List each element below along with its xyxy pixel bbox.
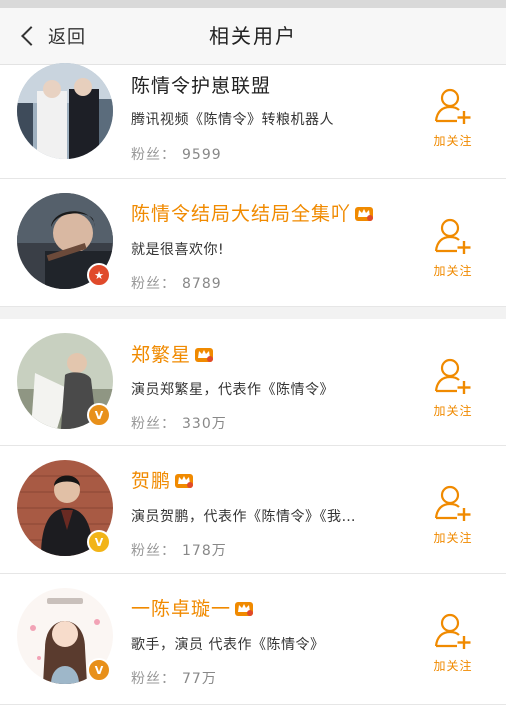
avatar[interactable]: V bbox=[17, 333, 113, 429]
add-user-icon bbox=[434, 613, 471, 649]
verified-star-badge: ★ bbox=[87, 263, 111, 287]
follow-button[interactable]: 加关注 bbox=[428, 612, 478, 674]
fans-count: 粉丝： 9599 bbox=[131, 144, 222, 164]
user-description: 歌手，演员 代表作《陈情令》 bbox=[131, 637, 325, 653]
fans-value: 9599 bbox=[182, 147, 222, 163]
nav-header: 返回 相关用户 bbox=[0, 8, 506, 65]
user-row[interactable]: V 一陈卓璇一 歌手，演员 代表作《陈情令》 粉丝： 77万 加关注 bbox=[0, 574, 506, 705]
user-name-text: 一陈卓璇一 bbox=[131, 598, 232, 620]
follow-label: 加关注 bbox=[433, 264, 473, 278]
follow-button[interactable]: 加关注 bbox=[428, 87, 478, 149]
follow-button[interactable]: 加关注 bbox=[428, 484, 478, 546]
user-name-text: 陈情令结局大结局全集吖 bbox=[131, 203, 352, 225]
verified-v-badge: V bbox=[87, 530, 111, 554]
user-row[interactable]: V 郑繁星 演员郑繁星，代表作《陈情令》 粉丝： 330万 加关注 bbox=[0, 319, 506, 446]
avatar[interactable]: V bbox=[17, 588, 113, 684]
follow-button[interactable]: 加关注 bbox=[428, 357, 478, 419]
verified-v-badge: V bbox=[87, 658, 111, 682]
fans-count: 粉丝： 330万 bbox=[131, 413, 227, 433]
status-strip bbox=[0, 0, 506, 8]
fans-label: 粉丝： bbox=[131, 416, 176, 432]
add-user-icon bbox=[434, 358, 471, 394]
fans-value: 330万 bbox=[182, 416, 227, 432]
user-name[interactable]: 一陈卓璇一 bbox=[131, 594, 254, 621]
avatar[interactable] bbox=[17, 63, 113, 159]
user-row[interactable]: ★ 陈情令结局大结局全集吖 就是很喜欢你! 粉丝： 8789 加关注 bbox=[0, 179, 506, 307]
chevron-left-icon bbox=[21, 26, 41, 46]
follow-label: 加关注 bbox=[433, 404, 473, 418]
avatar[interactable]: ★ bbox=[17, 193, 113, 289]
verified-v-badge: V bbox=[87, 403, 111, 427]
add-user-icon bbox=[434, 88, 471, 124]
fans-value: 8789 bbox=[182, 276, 222, 292]
user-name[interactable]: 陈情令护崽联盟 bbox=[131, 71, 271, 98]
user-row[interactable]: 陈情令护崽联盟 腾讯视频《陈情令》转粮机器人 粉丝： 9599 加关注 bbox=[0, 63, 506, 179]
add-user-icon bbox=[434, 485, 471, 521]
user-list: 陈情令护崽联盟 腾讯视频《陈情令》转粮机器人 粉丝： 9599 加关注 ★ 陈情… bbox=[0, 63, 506, 705]
user-description: 演员贺鹏，代表作《陈情令》《我… bbox=[131, 509, 356, 525]
back-button[interactable]: 返回 bbox=[18, 20, 86, 52]
follow-label: 加关注 bbox=[433, 531, 473, 545]
user-name[interactable]: 贺鹏 bbox=[131, 466, 194, 493]
user-name-text: 郑繁星 bbox=[131, 344, 192, 366]
vip-crown-icon bbox=[354, 204, 374, 222]
follow-button[interactable]: 加关注 bbox=[428, 217, 478, 279]
fans-value: 77万 bbox=[182, 671, 217, 687]
user-name-text: 贺鹏 bbox=[131, 470, 172, 492]
fans-count: 粉丝： 8789 bbox=[131, 273, 222, 293]
fans-label: 粉丝： bbox=[131, 671, 176, 687]
back-label: 返回 bbox=[48, 27, 86, 48]
user-description: 演员郑繁星，代表作《陈情令》 bbox=[131, 382, 334, 398]
vip-crown-icon bbox=[174, 471, 194, 489]
fans-label: 粉丝： bbox=[131, 543, 176, 559]
user-name[interactable]: 陈情令结局大结局全集吖 bbox=[131, 199, 374, 226]
fans-value: 178万 bbox=[182, 543, 227, 559]
vip-crown-icon bbox=[234, 599, 254, 617]
follow-label: 加关注 bbox=[433, 659, 473, 673]
user-description: 腾讯视频《陈情令》转粮机器人 bbox=[131, 112, 334, 128]
fans-count: 粉丝： 77万 bbox=[131, 668, 217, 688]
fans-label: 粉丝： bbox=[131, 147, 176, 163]
user-name[interactable]: 郑繁星 bbox=[131, 340, 214, 367]
add-user-icon bbox=[434, 218, 471, 254]
user-description: 就是很喜欢你! bbox=[131, 242, 225, 258]
vip-crown-icon bbox=[194, 345, 214, 363]
fans-count: 粉丝： 178万 bbox=[131, 540, 227, 560]
avatar[interactable]: V bbox=[17, 460, 113, 556]
follow-label: 加关注 bbox=[433, 134, 473, 148]
user-row[interactable]: V 贺鹏 演员贺鹏，代表作《陈情令》《我… 粉丝： 178万 加关注 bbox=[0, 446, 506, 574]
fans-label: 粉丝： bbox=[131, 276, 176, 292]
